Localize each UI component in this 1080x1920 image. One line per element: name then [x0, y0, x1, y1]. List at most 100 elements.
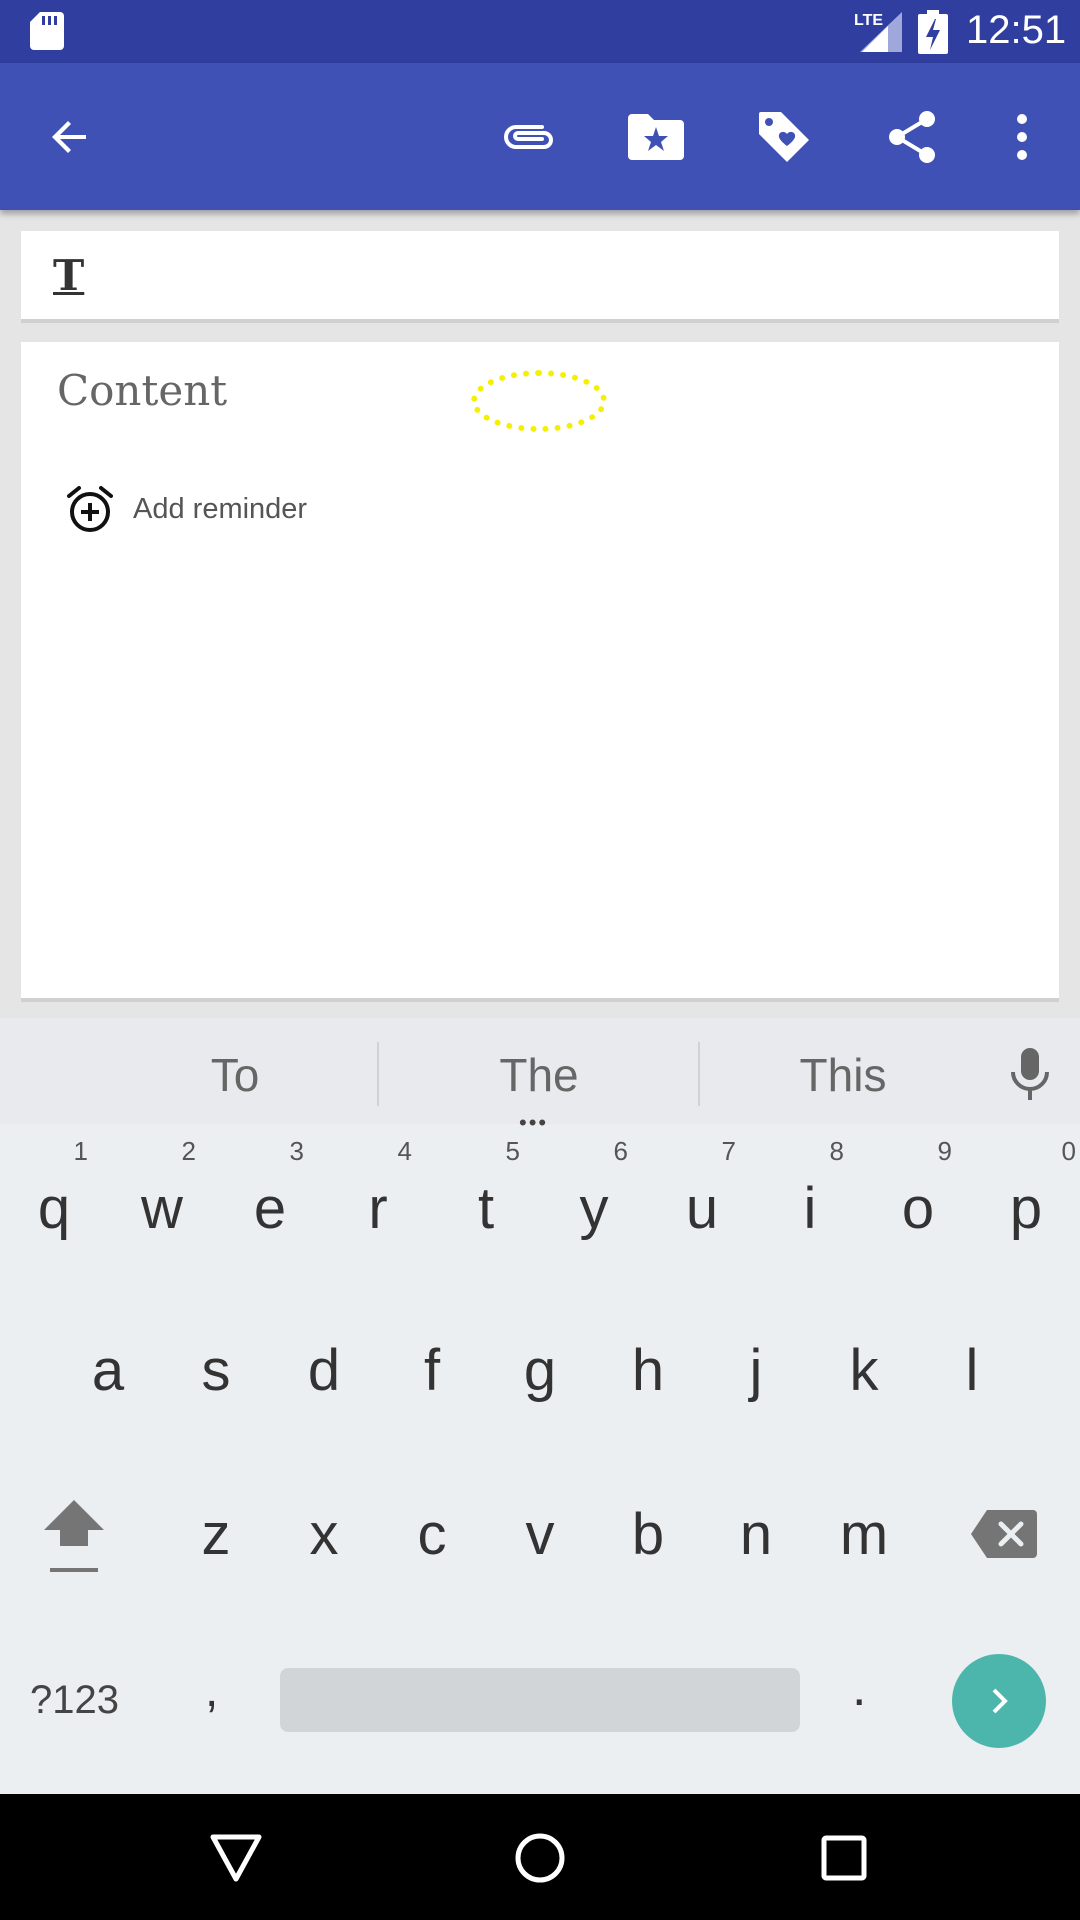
key-k[interactable]: k	[810, 1290, 918, 1450]
key-label: k	[849, 1337, 879, 1403]
key-y[interactable]: 6y	[540, 1128, 648, 1288]
share-button[interactable]	[876, 101, 948, 173]
key-l[interactable]: l	[918, 1290, 1026, 1450]
key-e[interactable]: 3e	[216, 1128, 324, 1288]
key-label: b	[631, 1501, 665, 1567]
content-card[interactable]: Content Add reminder	[21, 342, 1059, 1002]
key-c[interactable]: c	[378, 1454, 486, 1614]
key-a[interactable]: a	[54, 1290, 162, 1450]
recents-square-icon	[821, 1835, 867, 1881]
key-p[interactable]: 0p	[972, 1128, 1080, 1288]
key-t[interactable]: 5t	[432, 1128, 540, 1288]
key-v[interactable]: v	[486, 1454, 594, 1614]
key-hint: 8	[829, 1136, 844, 1166]
key-label: f	[423, 1337, 441, 1403]
key-x[interactable]: x	[270, 1454, 378, 1614]
touch-indicator	[471, 370, 607, 432]
back-triangle-icon	[210, 1834, 262, 1882]
backspace-key[interactable]	[950, 1454, 1058, 1614]
status-bar: LTE 12:51	[0, 0, 1080, 63]
key-label: j	[749, 1337, 763, 1403]
key-label: x	[309, 1501, 339, 1567]
key-label: q	[37, 1175, 71, 1241]
recents-nav-button[interactable]	[812, 1826, 876, 1890]
key-label: y	[579, 1175, 609, 1241]
comma-key[interactable]: ,	[205, 1663, 218, 1718]
key-b[interactable]: b	[594, 1454, 702, 1614]
back-button[interactable]	[34, 101, 106, 173]
text-title-icon: T	[53, 251, 85, 300]
key-q[interactable]: 1q	[0, 1128, 108, 1288]
key-label: d	[307, 1337, 341, 1403]
sd-card-icon	[30, 12, 64, 50]
attach-button[interactable]	[494, 101, 566, 173]
key-label: v	[525, 1501, 555, 1567]
add-reminder-label: Add reminder	[133, 492, 308, 525]
add-reminder-button[interactable]: Add reminder	[65, 484, 307, 534]
key-hint: 3	[289, 1136, 304, 1166]
content-input[interactable]: Content	[57, 366, 227, 415]
key-label: g	[523, 1337, 557, 1403]
key-label: a	[91, 1337, 125, 1403]
period-key[interactable]: .	[852, 1658, 866, 1718]
key-r[interactable]: 4r	[324, 1128, 432, 1288]
key-label: u	[685, 1175, 719, 1241]
key-w[interactable]: 2w	[108, 1128, 216, 1288]
suggestion-divider	[377, 1042, 379, 1106]
shift-key[interactable]	[20, 1454, 128, 1614]
key-label: o	[901, 1175, 935, 1241]
symbols-key[interactable]: ?123	[30, 1678, 119, 1723]
suggestion-strip: To The ••• This	[0, 1018, 1080, 1135]
share-icon	[889, 111, 935, 163]
key-hint: 5	[505, 1136, 520, 1166]
more-options-button[interactable]	[986, 101, 1058, 173]
key-m[interactable]: m	[810, 1454, 918, 1614]
back-arrow-icon	[52, 121, 86, 153]
backspace-icon	[971, 1510, 1037, 1558]
shift-icon	[44, 1500, 104, 1572]
key-o[interactable]: 9o	[864, 1128, 972, 1288]
space-bar[interactable]	[280, 1668, 800, 1732]
chevron-right-icon	[992, 1688, 1008, 1714]
home-nav-button[interactable]	[508, 1826, 572, 1890]
key-h[interactable]: h	[594, 1290, 702, 1450]
key-n[interactable]: n	[702, 1454, 810, 1614]
suggestion-1[interactable]: To	[160, 1048, 310, 1102]
navigation-bar	[0, 1794, 1080, 1920]
key-u[interactable]: 7u	[648, 1128, 756, 1288]
key-d[interactable]: d	[270, 1290, 378, 1450]
key-label: m	[839, 1501, 889, 1567]
microphone-icon[interactable]	[1008, 1046, 1052, 1102]
key-hint: 9	[937, 1136, 952, 1166]
key-label: r	[368, 1175, 388, 1241]
next-key[interactable]	[952, 1654, 1046, 1748]
key-hint: 4	[397, 1136, 412, 1166]
folder-star-icon	[628, 114, 684, 160]
key-label: h	[631, 1337, 665, 1403]
suggestion-2[interactable]: The	[464, 1048, 614, 1102]
key-i[interactable]: 8i	[756, 1128, 864, 1288]
attachment-icon	[504, 125, 553, 149]
key-label: c	[417, 1501, 447, 1567]
tag-button[interactable]	[748, 101, 820, 173]
key-hint: 2	[181, 1136, 196, 1166]
key-label: l	[965, 1337, 979, 1403]
app-bar	[0, 63, 1080, 210]
key-label: i	[803, 1175, 817, 1241]
key-g[interactable]: g	[486, 1290, 594, 1450]
signal-icon	[860, 12, 902, 52]
key-f[interactable]: f	[378, 1290, 486, 1450]
key-s[interactable]: s	[162, 1290, 270, 1450]
key-j[interactable]: j	[702, 1290, 810, 1450]
key-z[interactable]: z	[162, 1454, 270, 1614]
key-hint: 0	[1061, 1136, 1076, 1166]
suggestion-3[interactable]: This	[768, 1048, 918, 1102]
key-label: e	[253, 1175, 287, 1241]
category-button[interactable]	[620, 101, 692, 173]
key-hint: 7	[721, 1136, 736, 1166]
back-nav-button[interactable]	[204, 1826, 268, 1890]
key-hint: 6	[613, 1136, 628, 1166]
title-input[interactable]	[131, 241, 1031, 311]
battery-charging-icon	[918, 10, 948, 54]
clock: 12:51	[966, 8, 1067, 52]
